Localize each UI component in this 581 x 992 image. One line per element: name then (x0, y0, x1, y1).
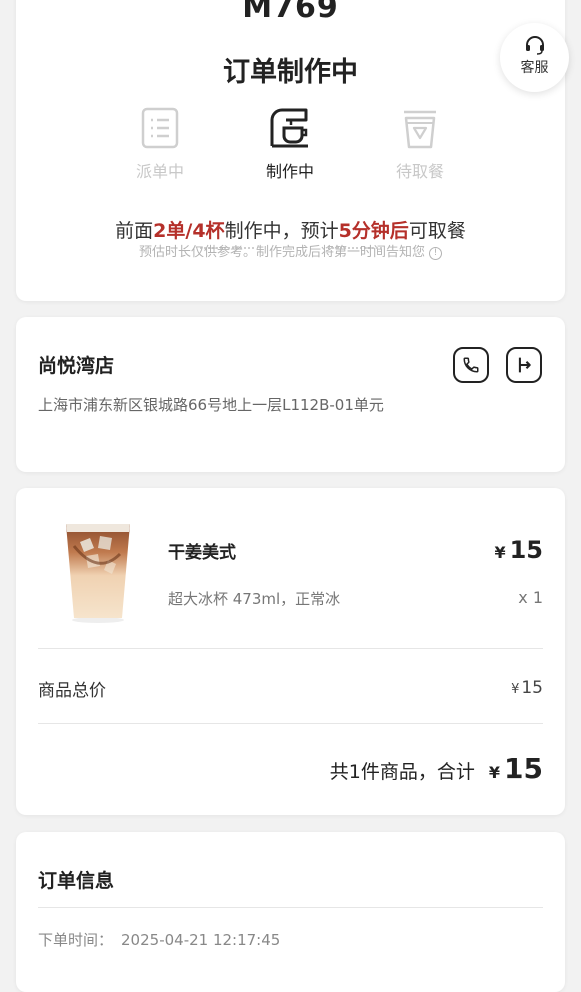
cup-icon (404, 110, 436, 149)
step-label-dispatching: 派单中 (135, 162, 184, 181)
queue-middle: 制作中，预计 (224, 220, 339, 242)
eta-hint: 预估时长仅供参考。制作完成后将第一时间告知您! (16, 241, 565, 260)
customer-service-label: 客服 (520, 60, 549, 76)
order-status-title: 订单制作中 (223, 57, 358, 88)
divider (38, 723, 543, 724)
product-price: ¥15 (494, 536, 543, 564)
product-spec: 超大冰杯 473ml，正常冰 (168, 590, 341, 608)
eta-hint-text: 预估时长仅供参考。制作完成后将第一时间告知您 (138, 245, 425, 260)
navigate-store-button[interactable] (506, 347, 542, 383)
order-time-row: 下单时间： 2025-04-21 12:17:45 (38, 929, 280, 950)
order-number: M769 (242, 0, 339, 25)
product-quantity: x 1 (518, 588, 543, 607)
store-address: 上海市浦东新区银城路66号地上一层L112B-01单元 (38, 396, 384, 414)
coffee-machine-icon (270, 108, 308, 148)
step-label-ready: 待取餐 (395, 162, 444, 181)
queue-status-text: 前面2单/4杯制作中，预计5分钟后可取餐 (16, 216, 565, 243)
call-store-button[interactable] (453, 347, 489, 383)
clipboard-list-icon (141, 107, 179, 149)
divider (38, 907, 543, 908)
queue-suffix: 可取餐 (408, 220, 466, 242)
step-label-making: 制作中 (265, 162, 314, 181)
subtotal-label: 商品总价 (38, 681, 106, 701)
queue-prefix: 前面 (115, 220, 154, 242)
step-dispatching: 派单中 (120, 106, 200, 182)
info-icon[interactable]: ! (429, 247, 442, 260)
order-time-value: 2025-04-21 12:17:45 (121, 931, 281, 949)
phone-icon (463, 357, 479, 373)
queue-eta: 5分钟后 (338, 220, 409, 242)
step-making: 制作中 (250, 106, 330, 182)
directions-icon (518, 357, 531, 373)
currency-symbol: ¥ (494, 543, 506, 562)
order-status-card: M769 订单制作中 派单中 制作中 待取餐 前面2单/4杯制作中，预计5分钟后… (16, 0, 565, 301)
order-info-title: 订单信息 (38, 870, 115, 892)
currency-symbol: ¥ (511, 682, 520, 697)
divider (38, 648, 543, 649)
total-amount: ¥15 (489, 752, 543, 785)
product-name: 干姜美式 (168, 543, 236, 563)
order-items-card: 干姜美式 超大冰杯 473ml，正常冰 ¥15 x 1 商品总价 ¥15 共1件… (16, 488, 565, 815)
order-progress-steps: 派单中 制作中 待取餐 (16, 106, 565, 249)
order-time-label: 下单时间： (38, 931, 114, 949)
store-card: 尚悦湾店 上海市浦东新区银城路66号地上一层L112B-01单元 (16, 317, 565, 472)
customer-service-button[interactable]: 客服 (500, 23, 569, 92)
total-value: 15 (504, 752, 543, 785)
store-name: 尚悦湾店 (38, 355, 115, 377)
queue-count: 2单/4杯 (153, 220, 225, 242)
product-price-value: 15 (509, 536, 543, 564)
total-label: 共1件商品，合计 (329, 761, 475, 783)
iced-coffee-product-image (66, 524, 130, 623)
subtotal-amount: 15 (521, 678, 543, 698)
subtotal-value: ¥15 (511, 678, 543, 698)
order-info-card: 订单信息 下单时间： 2025-04-21 12:17:45 (16, 832, 565, 992)
order-total: 共1件商品，合计 ¥15 (330, 752, 543, 785)
step-ready-pickup: 待取餐 (380, 106, 460, 182)
headset-icon (525, 36, 544, 55)
currency-symbol: ¥ (488, 763, 501, 782)
